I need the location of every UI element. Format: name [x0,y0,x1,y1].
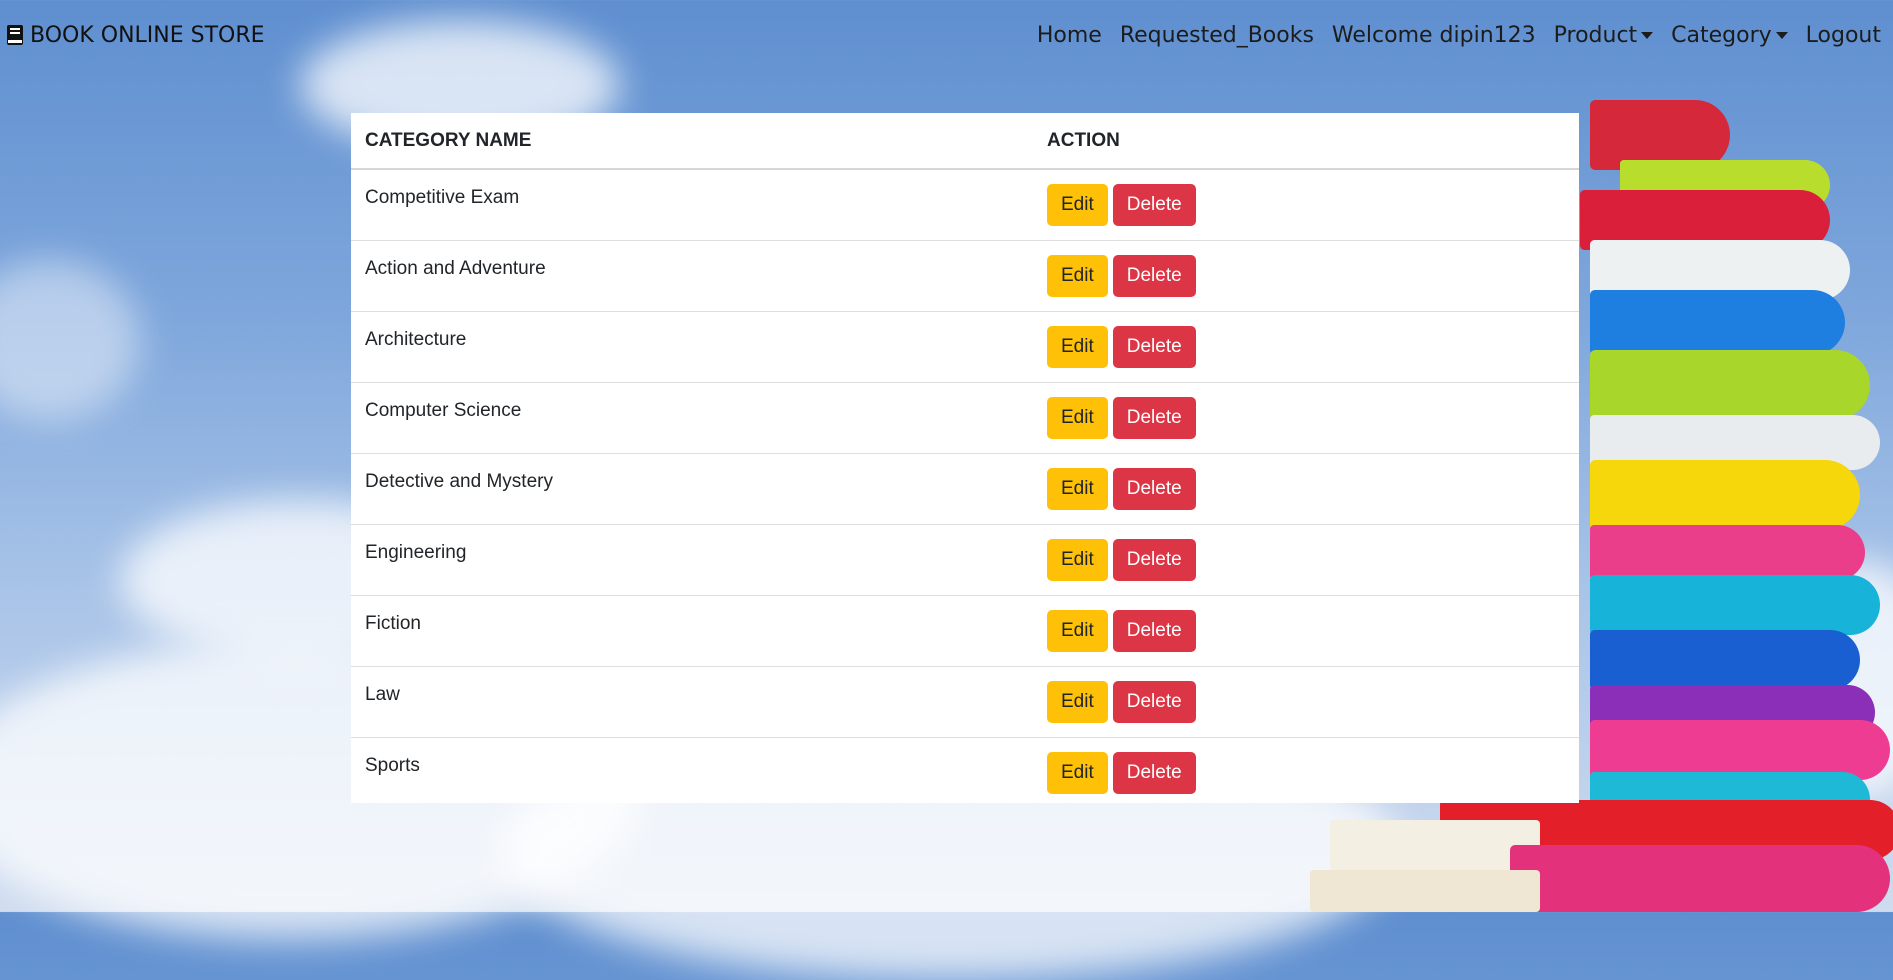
category-name-cell: Law [351,666,1033,738]
nav-logout[interactable]: Logout [1806,23,1881,48]
brand-label: BOOK ONLINE STORE [30,22,265,48]
nav-product-label: Product [1553,22,1638,48]
table-row: Competitive Exam Edit Delete [351,169,1579,241]
delete-button[interactable]: Delete [1112,184,1196,226]
category-table-panel: CATEGORY NAME ACTION Competitive Exam Edi… [351,113,1579,803]
table-row: Computer Science Edit Delete [351,382,1579,454]
category-name-cell: Computer Science [351,382,1033,454]
category-name-cell: Competitive Exam [351,169,1033,241]
edit-button[interactable]: Edit [1047,326,1108,368]
nav-links: Home Requested_Books Welcome dipin123 Pr… [1019,23,1881,48]
action-cell: Edit Delete [1033,240,1579,312]
action-cell: Edit Delete [1033,666,1579,738]
edit-button[interactable]: Edit [1047,397,1108,439]
delete-button[interactable]: Delete [1112,468,1196,510]
category-name-cell: Engineering [351,524,1033,596]
nav-category-label: Category [1671,22,1772,48]
category-name-cell: Action and Adventure [351,240,1033,312]
caret-down-icon [1641,32,1654,39]
table-row: Fiction Edit Delete [351,595,1579,667]
table-row: Detective and Mystery Edit Delete [351,453,1579,525]
book-icon [7,25,23,45]
delete-button[interactable]: Delete [1112,681,1196,723]
edit-button[interactable]: Edit [1047,752,1108,794]
nav-welcome-user[interactable]: Welcome dipin123 [1332,23,1536,48]
category-table: CATEGORY NAME ACTION Competitive Exam Edi… [351,113,1579,808]
action-cell: Edit Delete [1033,169,1579,241]
category-name-cell: Fiction [351,595,1033,667]
table-row: Sports Edit Delete [351,738,1579,809]
table-header-row: CATEGORY NAME ACTION [351,113,1579,170]
header-action: ACTION [1033,113,1579,170]
table-row: Law Edit Delete [351,666,1579,738]
delete-button[interactable]: Delete [1112,397,1196,439]
caret-down-icon [1775,32,1788,39]
table-row: Engineering Edit Delete [351,524,1579,596]
nav-requested-books[interactable]: Requested_Books [1120,23,1314,48]
delete-button[interactable]: Delete [1112,255,1196,297]
action-cell: Edit Delete [1033,382,1579,454]
delete-button[interactable]: Delete [1112,610,1196,652]
nav-product-dropdown[interactable]: Product [1554,23,1654,48]
category-name-cell: Architecture [351,311,1033,383]
delete-button[interactable]: Delete [1112,539,1196,581]
category-name-cell: Sports [365,755,420,776]
brand[interactable]: BOOK ONLINE STORE [6,23,265,48]
action-cell: Edit Delete [1033,311,1579,383]
navbar: BOOK ONLINE STORE Home Requested_Books W… [0,0,1893,70]
delete-button[interactable]: Delete [1112,752,1196,794]
action-cell: Edit Delete [1033,524,1579,596]
action-cell: Edit Delete [1033,738,1579,809]
edit-button[interactable]: Edit [1047,255,1108,297]
edit-button[interactable]: Edit [1047,539,1108,581]
category-name-cell: Detective and Mystery [351,453,1033,525]
nav-home[interactable]: Home [1037,23,1102,48]
edit-button[interactable]: Edit [1047,468,1108,510]
nav-category-dropdown[interactable]: Category [1671,23,1788,48]
edit-button[interactable]: Edit [1047,610,1108,652]
table-row: Architecture Edit Delete [351,311,1579,383]
table-row: Action and Adventure Edit Delete [351,240,1579,312]
edit-button[interactable]: Edit [1047,184,1108,226]
delete-button[interactable]: Delete [1112,326,1196,368]
edit-button[interactable]: Edit [1047,681,1108,723]
header-category-name: CATEGORY NAME [351,113,1033,170]
action-cell: Edit Delete [1033,595,1579,667]
action-cell: Edit Delete [1033,453,1579,525]
